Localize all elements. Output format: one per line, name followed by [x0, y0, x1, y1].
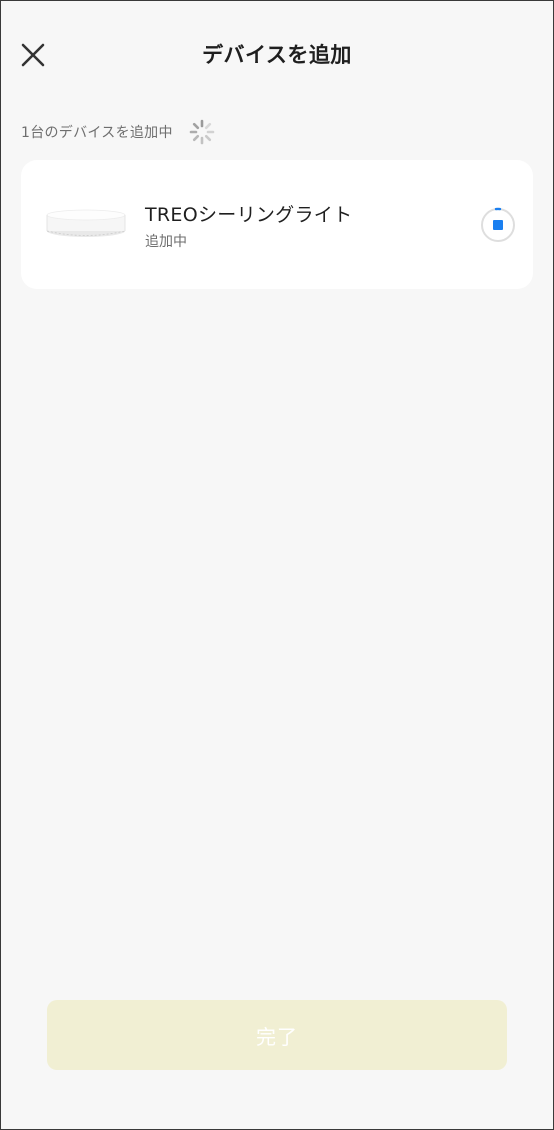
device-card[interactable]: TREOシーリングライト 追加中	[21, 160, 533, 289]
page-title: デバイスを追加	[202, 43, 352, 67]
stop-icon[interactable]	[479, 206, 517, 244]
loading-spinner-icon	[189, 119, 215, 145]
done-button[interactable]: 完了	[47, 1000, 507, 1070]
add-device-screen: デバイスを追加 1台のデバイスを追加中 TREOシーリングライト 追加中 完了	[0, 0, 554, 1130]
device-status: 追加中	[145, 234, 187, 250]
adding-status-row: 1台のデバイスを追加中	[21, 117, 215, 147]
adding-status-text: 1台のデバイスを追加中	[21, 125, 173, 141]
ceiling-light-icon	[46, 209, 126, 237]
device-name: TREOシーリングライト	[145, 204, 353, 226]
